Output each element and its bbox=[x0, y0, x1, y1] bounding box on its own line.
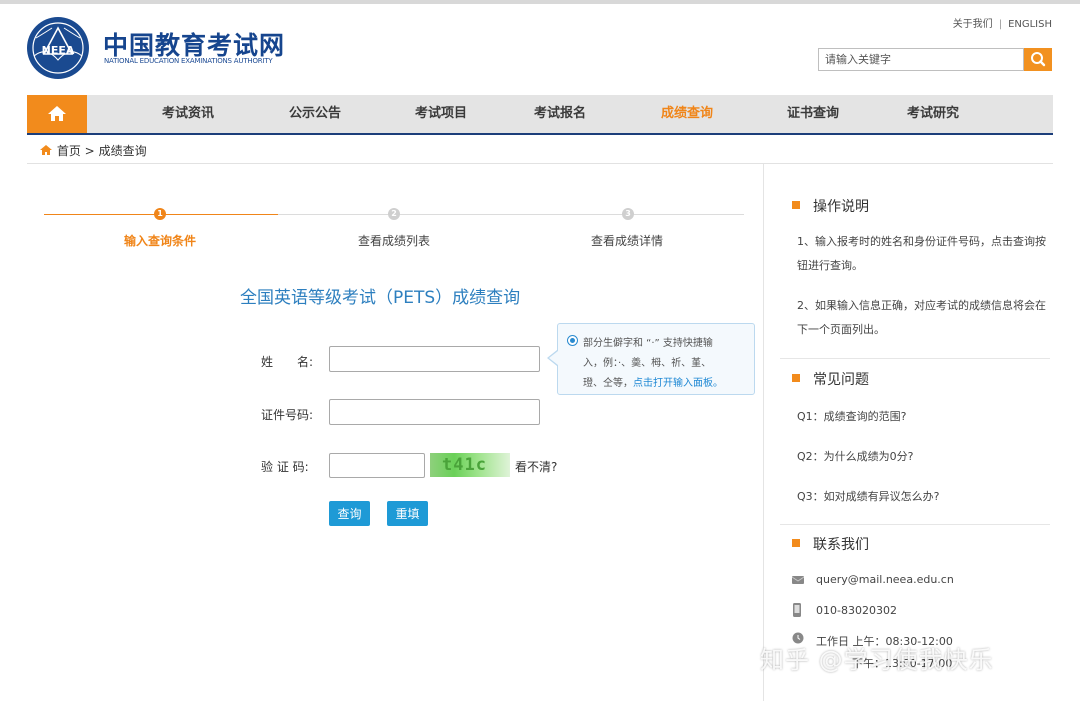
sidebar-separator bbox=[780, 524, 1050, 525]
breadcrumb: 首页 > 成绩查询 bbox=[39, 142, 147, 159]
instructions-heading: 操作说明 bbox=[792, 196, 869, 216]
search-button[interactable] bbox=[1024, 48, 1052, 71]
bullet-square-icon bbox=[792, 539, 800, 547]
search-icon bbox=[1031, 52, 1046, 67]
faq-title: 常见问题 bbox=[813, 372, 869, 388]
captcha-image[interactable]: t41c bbox=[430, 453, 510, 477]
nav-item-announcements[interactable]: 公示公告 bbox=[289, 95, 341, 133]
email-icon bbox=[792, 576, 804, 584]
link-separator: | bbox=[998, 19, 1003, 30]
breadcrumb-separator: > bbox=[84, 144, 95, 158]
watermark: 知乎 @学习使我快乐 bbox=[760, 646, 994, 674]
nav-item-research[interactable]: 考试研究 bbox=[907, 95, 959, 133]
captcha-label: 验 证 码: bbox=[261, 460, 309, 474]
about-link[interactable]: 关于我们 bbox=[953, 19, 993, 30]
bullet-square-icon bbox=[792, 374, 800, 382]
name-input[interactable] bbox=[329, 346, 540, 372]
breadcrumb-home[interactable]: 首页 bbox=[57, 144, 81, 158]
site-subtitle: NATIONAL EDUCATION EXAMINATIONS AUTHORIT… bbox=[104, 57, 273, 65]
top-border bbox=[0, 0, 1080, 4]
nav-home-button[interactable] bbox=[27, 95, 87, 133]
sidebar-divider bbox=[763, 164, 764, 701]
step-2-marker: 2 bbox=[388, 208, 400, 220]
instructions-text-2: 2、如果输入信息正确，对应考试的成绩信息将会在下一个页面列出。 bbox=[797, 299, 1046, 336]
instructions-title: 操作说明 bbox=[813, 199, 869, 215]
captcha-input[interactable] bbox=[329, 453, 425, 478]
tip-line-2: 入，例：·、羮、栂、祈、堇、 bbox=[583, 358, 712, 369]
tip-arrow-fill bbox=[549, 351, 558, 365]
contact-title: 联系我们 bbox=[813, 537, 869, 553]
top-links: 关于我们 | ENGLISH bbox=[953, 15, 1052, 30]
faq-heading: 常见问题 bbox=[792, 369, 869, 389]
svg-text:NEEA: NEEA bbox=[42, 44, 75, 57]
query-button[interactable]: 查询 bbox=[329, 501, 370, 526]
tip-line-3-text: 璒、仝等， bbox=[583, 378, 633, 389]
reset-button[interactable]: 重填 bbox=[387, 501, 428, 526]
bullet-square-icon bbox=[792, 201, 800, 209]
search-input[interactable] bbox=[818, 48, 1024, 71]
step-1-label: 输入查询条件 bbox=[124, 234, 197, 248]
step-remaining-line bbox=[278, 214, 744, 215]
step-3-label: 查看成绩详情 bbox=[591, 234, 664, 248]
nav-item-news[interactable]: 考试资讯 bbox=[162, 95, 214, 133]
nav-item-score-query[interactable]: 成绩查询 bbox=[661, 95, 713, 133]
step-2-label: 查看成绩列表 bbox=[358, 234, 431, 248]
breadcrumb-current: 成绩查询 bbox=[98, 144, 147, 158]
nav-item-registration[interactable]: 考试报名 bbox=[534, 95, 586, 133]
form-title: 全国英语等级考试（PETS）成绩查询 bbox=[240, 288, 521, 308]
nav-item-certificate-query[interactable]: 证书查询 bbox=[787, 95, 839, 133]
home-small-icon bbox=[40, 145, 52, 155]
contact-heading: 联系我们 bbox=[792, 534, 869, 554]
step-1-marker: 1 bbox=[154, 208, 166, 220]
tip-line-3: 璒、仝等，点击打开输入面板。 bbox=[583, 374, 723, 389]
home-icon bbox=[48, 106, 66, 121]
step-3-marker: 3 bbox=[622, 208, 634, 220]
open-input-panel-link[interactable]: 点击打开输入面板。 bbox=[633, 378, 723, 389]
instructions-text-1: 1、输入报考时的姓名和身份证件号码，点击查询按钮进行查询。 bbox=[797, 235, 1046, 272]
contact-phone: 010-83020302 bbox=[816, 604, 897, 617]
english-link[interactable]: ENGLISH bbox=[1008, 19, 1052, 30]
name-label: 姓 名: bbox=[261, 355, 314, 369]
phone-icon bbox=[793, 603, 801, 617]
contact-email[interactable]: query@mail.neea.edu.cn bbox=[816, 573, 954, 586]
faq-item-1[interactable]: Q1：成绩查询的范围? bbox=[797, 408, 907, 424]
id-number-label: 证件号码: bbox=[261, 408, 314, 422]
main-nav: 考试资讯 公示公告 考试项目 考试报名 成绩查询 证书查询 考试研究 bbox=[27, 95, 1053, 135]
sidebar-separator bbox=[780, 358, 1050, 359]
neea-logo-icon[interactable]: NEEA bbox=[26, 16, 90, 80]
nav-item-exams[interactable]: 考试项目 bbox=[415, 95, 467, 133]
faq-item-2[interactable]: Q2：为什么成绩为0分? bbox=[797, 448, 914, 464]
id-number-input[interactable] bbox=[329, 399, 540, 425]
captcha-refresh-link[interactable]: 看不清? bbox=[515, 458, 557, 475]
tip-line-1: 部分生僻字和 “·” 支持快捷输 bbox=[583, 338, 713, 349]
faq-item-3[interactable]: Q3：如对成绩有异议怎么办? bbox=[797, 488, 940, 504]
tip-radio-icon[interactable] bbox=[567, 335, 578, 346]
